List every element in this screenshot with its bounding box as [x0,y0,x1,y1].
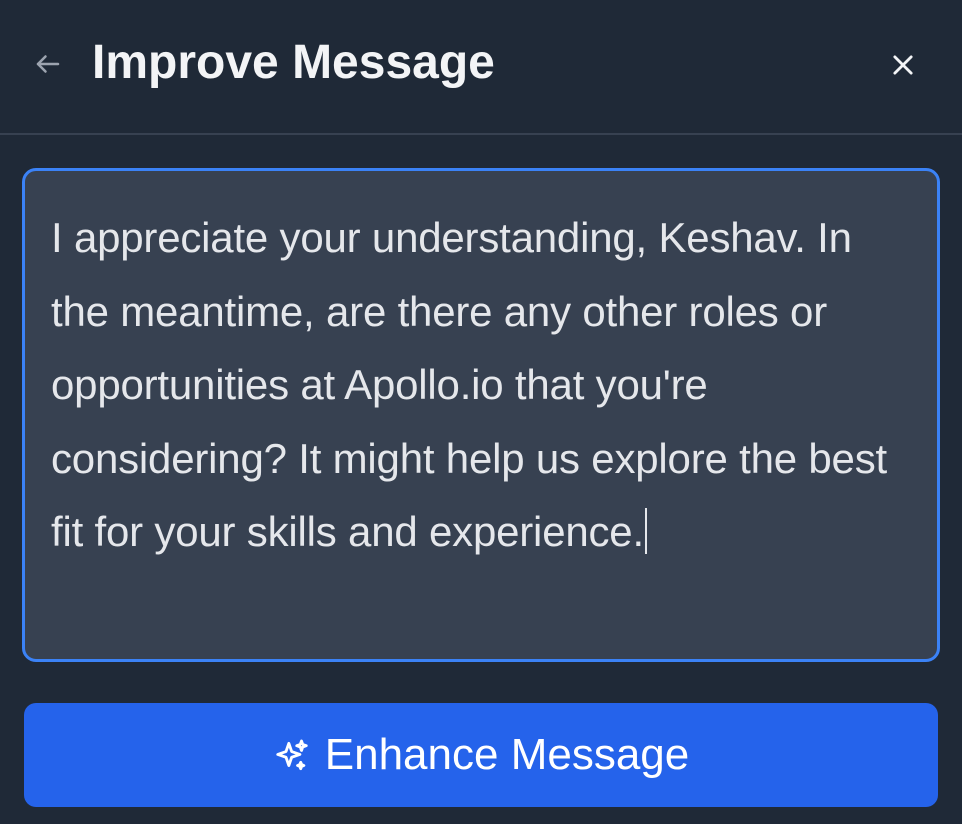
close-button[interactable] [882,44,924,86]
enhance-message-label: Enhance Message [324,730,690,779]
page-title: Improve Message [92,36,495,89]
improve-message-panel: Improve Message I appreciate your unders… [0,0,962,824]
close-icon [893,55,913,75]
text-caret [644,508,647,554]
enhance-message-button[interactable]: Enhance Message [24,703,938,807]
panel-header: Improve Message [0,0,962,135]
message-text: I appreciate your understanding, Keshav.… [51,214,887,555]
sparkles-icon [273,737,311,775]
back-button[interactable] [28,44,68,84]
arrow-left-icon [36,55,60,73]
message-textarea[interactable]: I appreciate your understanding, Keshav.… [22,168,940,662]
